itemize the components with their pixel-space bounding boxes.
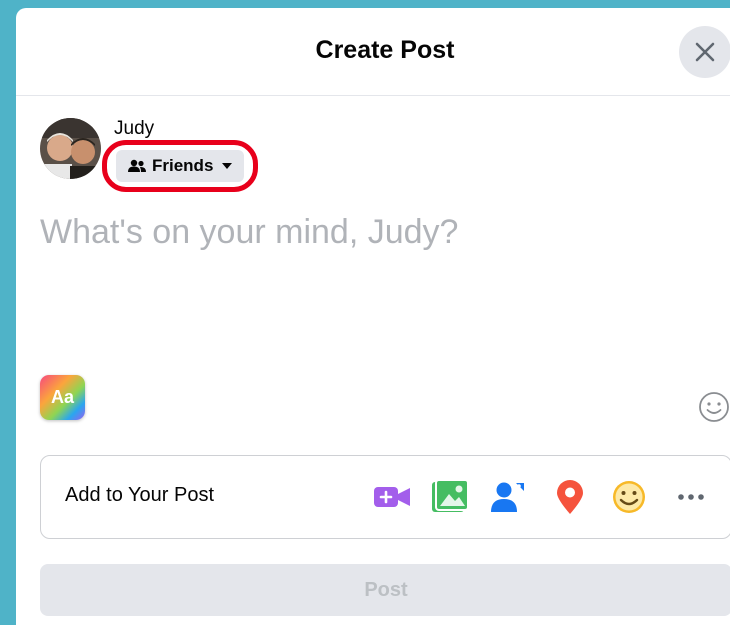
post-composer-input[interactable]: What's on your mind, Judy?: [40, 213, 458, 252]
text-background-button[interactable]: Aa: [40, 375, 85, 420]
tag-people-icon: [491, 482, 524, 512]
more-icon: [678, 494, 704, 500]
highlight-annotation: [102, 140, 258, 192]
check-in-button[interactable]: [551, 478, 589, 516]
photo-video-button[interactable]: [431, 478, 469, 516]
post-button[interactable]: Post: [40, 564, 730, 616]
close-button[interactable]: [679, 26, 730, 78]
avatar: [40, 118, 101, 179]
smiley-icon: [699, 392, 729, 422]
create-post-dialog: Create Post Judy Friends What's on your …: [16, 8, 730, 625]
feeling-activity-icon: [613, 481, 645, 513]
feeling-activity-button[interactable]: [610, 478, 648, 516]
tag-people-button[interactable]: [488, 478, 526, 516]
dialog-header: Create Post: [16, 8, 730, 96]
photo-video-icon: [432, 480, 468, 512]
user-name: Judy: [114, 118, 155, 139]
emoji-button[interactable]: [698, 391, 730, 428]
more-options-button[interactable]: [672, 478, 710, 516]
background-strip: [0, 0, 16, 625]
dialog-title: Create Post: [315, 36, 455, 64]
add-to-post-label: Add to Your Post: [65, 484, 215, 506]
check-in-icon: [557, 480, 583, 514]
add-to-post-panel: Add to Your Post: [40, 455, 730, 539]
live-video-icon: [374, 487, 410, 507]
close-icon: [695, 42, 715, 62]
live-video-button[interactable]: [373, 478, 411, 516]
